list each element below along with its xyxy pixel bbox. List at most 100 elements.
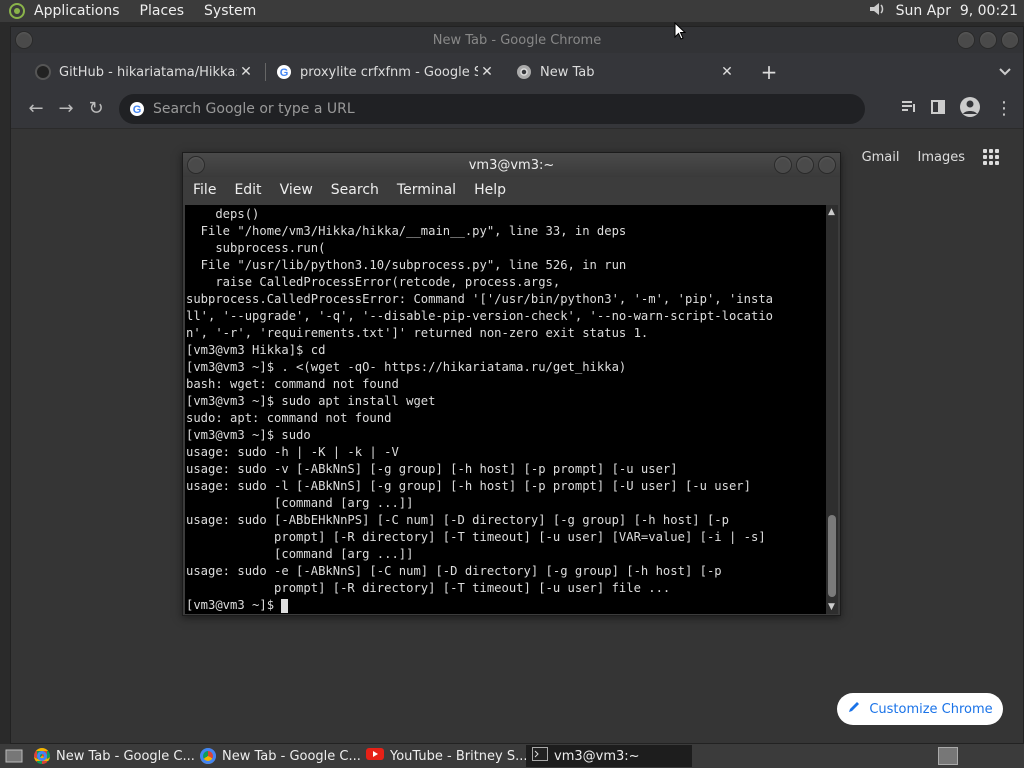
- close-icon[interactable]: ✕: [718, 64, 736, 80]
- workspace-switcher[interactable]: [938, 747, 958, 765]
- tab-new-tab[interactable]: New Tab ✕: [506, 57, 746, 87]
- terminal-line: prompt] [-R directory] [-T timeout] [-u …: [186, 581, 671, 595]
- profile-avatar-icon[interactable]: [959, 96, 981, 122]
- menu-search[interactable]: Search: [331, 182, 379, 198]
- scroll-up-icon[interactable]: ▲: [828, 207, 835, 217]
- tab-github[interactable]: GitHub - hikariatama/Hikka: Tl ✕: [25, 57, 265, 87]
- terminal-prompt-line[interactable]: [vm3@vm3 ~]$: [186, 597, 826, 614]
- taskbar-item-label: vm3@vm3:~: [554, 748, 640, 764]
- bottom-taskbar: New Tab - Google C... New Tab - Google C…: [0, 744, 1024, 768]
- taskbar-item-label: New Tab - Google C...: [56, 748, 194, 764]
- images-link[interactable]: Images: [918, 150, 966, 165]
- omnibox[interactable]: G Search Google or type a URL: [119, 93, 865, 124]
- pencil-icon: [847, 700, 861, 718]
- menu-applications[interactable]: Applications: [34, 3, 120, 19]
- terminal-menubar: File Edit View Search Terminal Help: [183, 177, 840, 203]
- top-panel: Applications Places System Sun Apr 9, 00…: [0, 0, 1024, 22]
- close-window-button[interactable]: [818, 156, 836, 174]
- minimize-button[interactable]: [957, 31, 975, 49]
- reading-list-icon[interactable]: [901, 100, 917, 118]
- terminal-line: File "/home/vm3/Hikka/hikka/__main__.py"…: [186, 224, 627, 238]
- svg-text:G: G: [280, 67, 289, 79]
- taskbar-item-youtube[interactable]: YouTube - Britney S...: [360, 745, 526, 767]
- terminal-line: [command [arg ...]]: [186, 496, 414, 510]
- terminal-line: prompt] [-R directory] [-T timeout] [-u …: [186, 530, 766, 544]
- tab-search-chevron-down-icon[interactable]: [999, 65, 1011, 80]
- terminal-line: usage: sudo -e [-ABkNnS] [-C num] [-D di…: [186, 564, 722, 578]
- github-icon: [35, 64, 51, 80]
- menu-view[interactable]: View: [280, 182, 313, 198]
- customize-chrome-label: Customize Chrome: [869, 701, 993, 717]
- side-panel-icon[interactable]: [931, 99, 945, 118]
- forward-arrow-icon[interactable]: →: [51, 94, 81, 124]
- tab-label: New Tab: [540, 64, 595, 80]
- terminal-line: subprocess.CalledProcessError: Command '…: [186, 292, 773, 306]
- terminal-line: raise CalledProcessError(retcode, proces…: [186, 275, 561, 289]
- tab-label: proxylite crfxfnm - Google Sea: [300, 64, 478, 80]
- gmail-link[interactable]: Gmail: [862, 150, 900, 165]
- mouse-pointer-icon: [674, 21, 687, 44]
- scroll-down-icon[interactable]: ▼: [828, 602, 835, 612]
- show-desktop-icon[interactable]: [0, 749, 28, 763]
- terminal-line: [vm3@vm3 ~]$ sudo apt install wget: [186, 394, 436, 408]
- youtube-icon: [366, 747, 384, 765]
- scrollbar-thumb[interactable]: [828, 515, 836, 597]
- new-tab-button[interactable]: +: [756, 60, 782, 84]
- google-icon: G: [276, 64, 292, 80]
- taskbar-item-chrome-1[interactable]: New Tab - Google C...: [28, 745, 194, 767]
- terminal-output[interactable]: deps() File "/home/vm3/Hikka/hikka/__mai…: [185, 205, 826, 614]
- terminal-line: ll', '--upgrade', '-q', '--disable-pip-v…: [186, 309, 773, 323]
- minimize-button[interactable]: [774, 156, 792, 174]
- close-icon[interactable]: ✕: [237, 64, 255, 80]
- close-icon[interactable]: ✕: [478, 64, 496, 80]
- taskbar-item-chrome-2[interactable]: New Tab - Google C...: [194, 745, 360, 767]
- terminal-cursor: [281, 598, 289, 613]
- apps-grid-icon[interactable]: [983, 149, 999, 165]
- terminal-line: [vm3@vm3 Hikka]$ cd: [186, 343, 326, 357]
- terminal-window: vm3@vm3:~ File Edit View Search Terminal…: [182, 152, 841, 616]
- terminal-line: deps(): [186, 207, 260, 221]
- reload-icon[interactable]: ↻: [81, 94, 111, 124]
- kebab-menu-icon[interactable]: ⋮: [995, 99, 1013, 117]
- customize-chrome-button[interactable]: Customize Chrome: [837, 693, 1003, 725]
- terminal-line: [command [arg ...]]: [186, 547, 414, 561]
- terminal-icon: [532, 747, 548, 765]
- chrome-icon: [34, 748, 50, 764]
- chrome-toolbar: ← → ↻ G Search Google or type a URL ⋮: [11, 89, 1023, 129]
- terminal-titlebar[interactable]: vm3@vm3:~: [183, 153, 840, 177]
- menu-system[interactable]: System: [204, 3, 256, 19]
- chrome-window-title: New Tab - Google Chrome: [432, 32, 602, 48]
- volume-icon[interactable]: [868, 0, 886, 22]
- terminal-line: bash: wget: command not found: [186, 377, 399, 391]
- menu-edit[interactable]: Edit: [234, 182, 261, 198]
- menu-help[interactable]: Help: [474, 182, 506, 198]
- distro-logo-icon[interactable]: [6, 0, 28, 22]
- clock[interactable]: Sun Apr 9, 00:21: [896, 3, 1018, 19]
- terminal-line: sudo: apt: command not found: [186, 411, 392, 425]
- window-menu-button[interactable]: [15, 31, 33, 49]
- back-arrow-icon[interactable]: ←: [21, 94, 51, 124]
- close-window-button[interactable]: [1001, 31, 1019, 49]
- terminal-line: [vm3@vm3 ~]$ sudo: [186, 428, 311, 442]
- terminal-line: n', '-r', 'requirements.txt']' returned …: [186, 326, 649, 340]
- chrome-titlebar[interactable]: New Tab - Google Chrome: [11, 27, 1023, 53]
- tab-google-search[interactable]: G proxylite crfxfnm - Google Sea ✕: [266, 57, 506, 87]
- terminal-prompt: [vm3@vm3 ~]$: [186, 598, 282, 612]
- tab-strip: GitHub - hikariatama/Hikka: Tl ✕ G proxy…: [25, 57, 1023, 87]
- window-menu-button[interactable]: [187, 156, 205, 174]
- omnibox-placeholder: Search Google or type a URL: [153, 100, 355, 117]
- terminal-line: usage: sudo -h | -K | -k | -V: [186, 445, 399, 459]
- maximize-button[interactable]: [796, 156, 814, 174]
- tab-label: GitHub - hikariatama/Hikka: Tl: [59, 64, 237, 80]
- taskbar-item-terminal[interactable]: vm3@vm3:~: [526, 745, 692, 767]
- terminal-line: usage: sudo -v [-ABkNnS] [-g group] [-h …: [186, 462, 678, 476]
- menu-terminal[interactable]: Terminal: [397, 182, 456, 198]
- terminal-line: usage: sudo -l [-ABkNnS] [-g group] [-h …: [186, 479, 751, 493]
- terminal-scrollbar[interactable]: ▲ ▼: [826, 205, 838, 614]
- maximize-button[interactable]: [979, 31, 997, 49]
- svg-text:G: G: [133, 104, 142, 116]
- terminal-line: [vm3@vm3 ~]$ . <(wget -qO- https://hikar…: [186, 360, 627, 374]
- terminal-title: vm3@vm3:~: [468, 157, 555, 173]
- menu-places[interactable]: Places: [140, 3, 185, 19]
- menu-file[interactable]: File: [193, 182, 216, 198]
